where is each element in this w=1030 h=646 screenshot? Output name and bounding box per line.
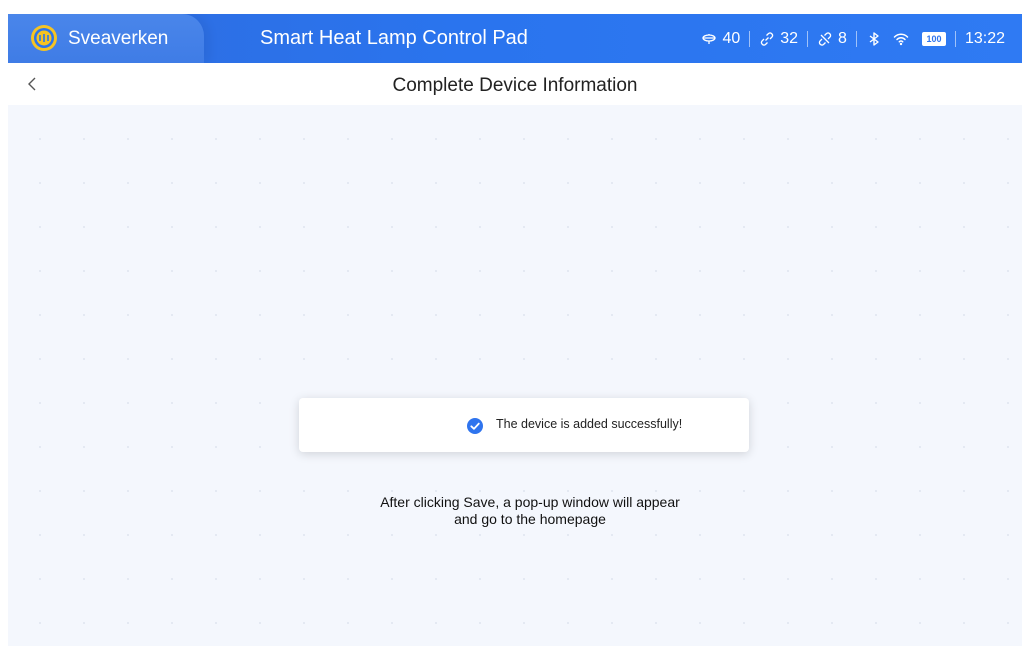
wifi-icon — [893, 32, 909, 45]
brand-name: Sveaverken — [68, 28, 169, 49]
top-bar: Sveaverken Smart Heat Lamp Control Pad 4… — [8, 14, 1022, 63]
hint-line-2: and go to the homepage — [454, 511, 606, 527]
status-bar: 40 32 8 100 13:22 — [692, 14, 1014, 63]
stat-lamp: 40 — [692, 30, 749, 48]
battery-icon: 100 — [921, 31, 946, 46]
bluetooth-icon — [869, 31, 879, 46]
app-frame: Sveaverken Smart Heat Lamp Control Pad 4… — [8, 14, 1022, 646]
brand-tab: Sveaverken — [8, 14, 204, 63]
hint-line-1: After clicking Save, a pop-up window wil… — [380, 494, 680, 510]
brand-logo-icon — [31, 25, 57, 51]
time-display: 13:22 — [964, 29, 1005, 47]
lamp-icon — [702, 33, 717, 44]
hint-text: After clicking Save, a pop-up window wil… — [315, 494, 745, 528]
check-circle-icon — [467, 418, 483, 434]
app-title: Smart Heat Lamp Control Pad — [260, 27, 528, 49]
success-toast: The device is added successfully! — [299, 398, 749, 452]
connectivity: 100 — [857, 31, 955, 47]
page-title: Complete Device Information — [392, 75, 638, 96]
clock: 13:22 — [956, 30, 1014, 48]
content-area: The device is added successfully! After … — [8, 105, 1022, 646]
link-icon — [761, 31, 774, 46]
stat-unlink-value: 8 — [838, 29, 847, 47]
toast-message: The device is added successfully! — [496, 417, 683, 431]
stat-unlink: 8 — [808, 30, 856, 48]
stat-lamp-value: 40 — [722, 29, 741, 47]
unlink-icon — [818, 31, 832, 46]
stat-link: 32 — [750, 30, 807, 48]
sub-header: Complete Device Information — [8, 63, 1022, 105]
stat-link-value: 32 — [780, 29, 799, 47]
